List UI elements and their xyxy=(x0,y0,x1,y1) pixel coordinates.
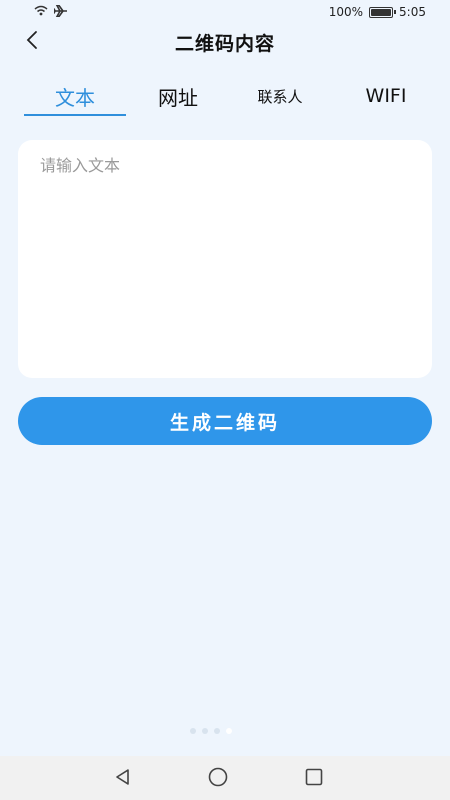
status-left xyxy=(34,4,68,20)
page-dot xyxy=(190,728,196,734)
battery-percent: 100% xyxy=(328,5,364,19)
tab-url-label: 网址 xyxy=(158,85,198,110)
generate-qr-button[interactable]: 生成二维码 xyxy=(18,397,432,445)
page-dot-active xyxy=(226,728,232,734)
status-bar: 100% 5:05 xyxy=(0,0,450,24)
chevron-left-icon xyxy=(25,30,39,54)
battery-fill xyxy=(371,8,392,16)
page-dot xyxy=(214,728,220,734)
tab-contact-label: 联系人 xyxy=(257,87,303,106)
system-nav-bar xyxy=(0,756,450,800)
active-tab-indicator xyxy=(24,114,126,116)
airplane-icon xyxy=(53,4,68,20)
back-triangle-icon xyxy=(113,767,133,791)
tab-bar: 文本 网址 联系人 WIFI xyxy=(0,78,450,118)
page-dot xyxy=(202,728,208,734)
home-circle-icon xyxy=(207,766,229,792)
tab-wifi-label: WIFI xyxy=(365,85,407,107)
status-right: 100% 5:05 xyxy=(329,5,426,19)
recents-square-icon xyxy=(304,767,324,791)
nav-recents-button[interactable] xyxy=(303,768,325,790)
tab-text-label: 文本 xyxy=(55,85,95,110)
battery-icon xyxy=(369,6,397,18)
tab-text[interactable]: 文本 xyxy=(24,78,126,114)
tab-url[interactable]: 网址 xyxy=(140,78,216,114)
back-button[interactable] xyxy=(18,28,46,56)
page-title: 二维码内容 xyxy=(174,32,275,55)
page-indicator xyxy=(190,728,232,734)
header: 二维码内容 xyxy=(0,24,450,60)
status-time: 5:05 xyxy=(399,5,426,19)
text-input[interactable] xyxy=(18,140,432,378)
nav-back-button[interactable] xyxy=(112,768,134,790)
wifi-icon xyxy=(34,5,48,19)
nav-home-button[interactable] xyxy=(207,766,229,792)
tab-wifi[interactable]: WIFI xyxy=(350,78,422,114)
tab-contact[interactable]: 联系人 xyxy=(240,78,320,114)
